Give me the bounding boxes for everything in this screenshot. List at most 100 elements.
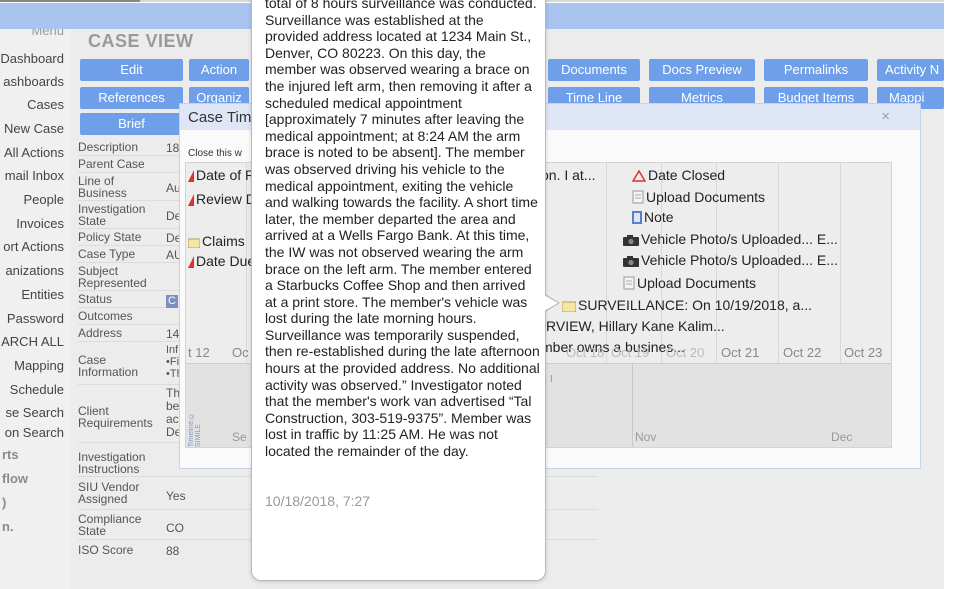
field-label: ISO Score (78, 543, 134, 557)
event-label: Upload Documents (637, 275, 757, 291)
field-label: Parent Case (78, 157, 145, 171)
sidebar-item-dashboards[interactable]: ashboards (3, 74, 64, 89)
sidebar-item-mapping[interactable]: Mapping (14, 358, 64, 373)
sidebar-item-organizations[interactable]: anizations (5, 263, 64, 278)
sidebar-item-dashboard[interactable]: Dashboard (0, 51, 64, 66)
field-label: Case Information (78, 353, 139, 379)
references-button[interactable]: References (80, 87, 183, 109)
sidebar-item-report-actions[interactable]: ort Actions (3, 239, 64, 254)
event-detail-popup: total of 8 hours surveillance was conduc… (251, 0, 546, 581)
warning-icon (188, 256, 194, 268)
timeline-event[interactable]: Date Due (188, 253, 255, 269)
activity-button[interactable]: Activity N (877, 59, 944, 81)
timeline-month-label: Nov (635, 430, 657, 444)
documents-button[interactable]: Documents (548, 59, 640, 81)
timeline-event[interactable]: Vehicle Photo/s Uploaded... E... (623, 231, 838, 247)
field-label: SIU Vendor Assigned (78, 480, 140, 506)
camera-icon (623, 235, 639, 246)
sidebar-section-misc[interactable]: ) (2, 495, 6, 510)
event-label: Upload Documents (646, 189, 766, 205)
note-icon (562, 301, 576, 312)
sidebar-item-invoices[interactable]: Invoices (16, 216, 64, 231)
edit-button[interactable]: Edit (80, 59, 183, 81)
actions-button[interactable]: Action (189, 59, 249, 81)
sidebar-item-all-actions[interactable]: All Actions (4, 145, 64, 160)
event-label: on. I at... (541, 167, 596, 183)
sidebar-item-entities[interactable]: Entities (21, 287, 64, 302)
timeline-event[interactable]: Claims (188, 233, 245, 249)
timeline-event[interactable]: Date Closed (632, 167, 725, 183)
timeline-month-label: Se (232, 430, 247, 444)
timeline-event[interactable]: on. I at... (541, 167, 595, 183)
field-label: Case Type (78, 247, 136, 261)
event-label: Date Closed (648, 167, 726, 183)
warning-icon (188, 194, 194, 206)
event-label: Vehicle Photo/s Uploaded... E... (641, 252, 838, 268)
timeline-month-label: Dec (831, 430, 853, 444)
event-label: Date Due (196, 253, 256, 269)
sidebar-item-schedule[interactable]: Schedule (10, 382, 64, 397)
sidebar-item-people[interactable]: People (24, 192, 64, 207)
timeline-date-tick: Oc (232, 345, 249, 360)
field-label: Line of Business (78, 174, 127, 200)
timeline-date-tick: t 12 (188, 345, 210, 360)
timeline-event[interactable]: Note (632, 209, 674, 225)
timeline-date-tick: Oct 21 (721, 345, 760, 360)
event-label: Claims (202, 233, 245, 249)
timeline-event[interactable]: RVIEW, Hillary Kane Kalim... (546, 318, 725, 334)
sidebar-item-new-case[interactable]: New Case (4, 121, 64, 136)
close-window-link[interactable]: Close this w (188, 148, 242, 159)
sidebar-item-person-search[interactable]: on Search (5, 425, 64, 440)
field-label: Policy State (78, 230, 142, 244)
field-value: 88 (166, 544, 180, 558)
timeline-credit: Timeline © SIMILE (188, 411, 202, 447)
field-label: Subject Represented (78, 264, 147, 290)
timeline-event[interactable]: Vehicle Photo/s Uploaded... E... (623, 252, 838, 268)
sidebar: Menu Dashboard ashboards Cases New Case … (0, 29, 70, 589)
note-icon (632, 211, 642, 224)
timeline-date-tick: Oct 23 (844, 345, 883, 360)
sidebar-section-workflow[interactable]: flow (2, 471, 28, 486)
sidebar-section-admin[interactable]: n. (2, 519, 14, 534)
field-value: 18 (166, 141, 180, 155)
field-label: Description (78, 140, 139, 154)
note-icon (188, 238, 200, 248)
warning-icon (188, 170, 194, 182)
popup-pointer (544, 295, 558, 311)
permalinks-button[interactable]: Permalinks (764, 59, 868, 81)
timeline-event[interactable]: SURVEILLANCE: On 10/19/2018, a... (562, 297, 812, 313)
field-value: 14 (166, 327, 180, 341)
timeline-event-marker: I (550, 374, 553, 385)
page-title: CASE VIEW (88, 31, 194, 51)
field-label: Address (78, 326, 123, 340)
event-detail-text: total of 8 hours surveillance was conduc… (265, 0, 540, 460)
sidebar-section-reports[interactable]: rts (2, 447, 19, 462)
dialog-title: Case Tim (188, 109, 252, 126)
timeline-event[interactable]: Upload Documents (632, 189, 765, 205)
timeline-event[interactable]: Review D (188, 191, 256, 207)
tab-stub (0, 0, 140, 2)
sidebar-item-cases[interactable]: Cases (27, 97, 64, 112)
field-label: Outcomes (78, 309, 133, 323)
field-label: Investigation State (78, 202, 146, 228)
brief-button[interactable]: Brief (80, 113, 183, 135)
field-label: Investigation Instructions (78, 450, 146, 476)
docs-preview-button[interactable]: Docs Preview (649, 59, 755, 81)
timeline-event[interactable]: Date of R (188, 167, 255, 183)
sidebar-item-case-search[interactable]: se Search (5, 405, 64, 420)
field-value: CO (166, 521, 184, 535)
event-label: RVIEW, Hillary Kane Kalim... (546, 318, 725, 334)
timeline-date-tick: Oct 19 (611, 345, 650, 360)
close-icon[interactable]: × (881, 108, 890, 125)
event-detail-timestamp: 10/18/2018, 7:27 (265, 493, 371, 509)
status-badge: C (166, 295, 178, 308)
field-value: C (166, 291, 178, 308)
timeline-event[interactable]: Upload Documents (623, 275, 756, 291)
field-label: Compliance State (78, 512, 142, 538)
sidebar-item-search-all[interactable]: ARCH ALL (1, 334, 64, 349)
sidebar-item-password[interactable]: Password (7, 311, 64, 326)
timeline-date-tick: Oct 18 (566, 345, 605, 360)
timeline-gridline (632, 364, 633, 447)
sidebar-item-email-inbox[interactable]: mail Inbox (5, 168, 64, 183)
event-label: SURVEILLANCE: On 10/19/2018, a... (578, 297, 812, 313)
